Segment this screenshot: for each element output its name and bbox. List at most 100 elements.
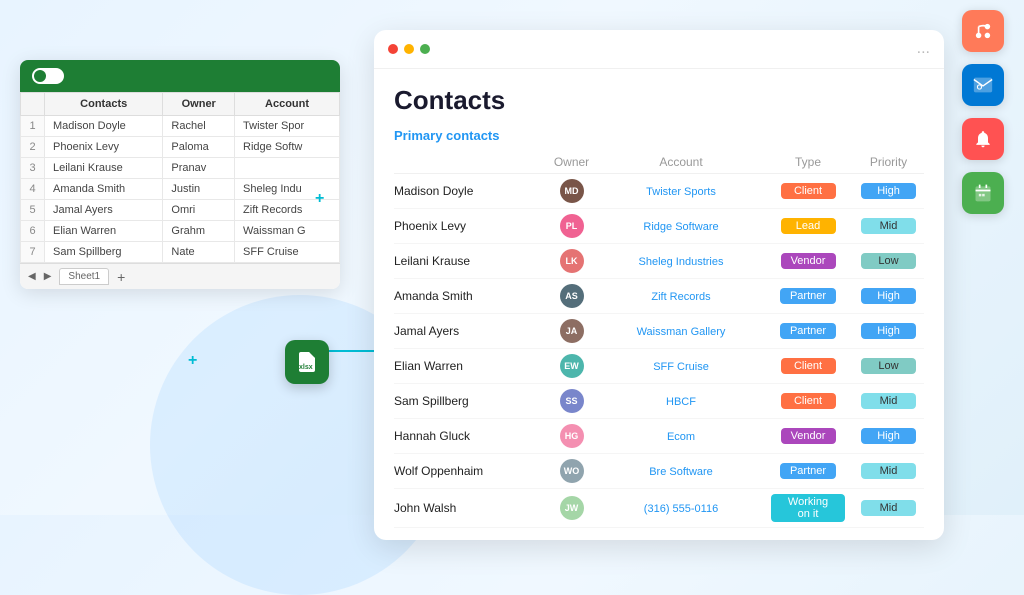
sheet-tab[interactable]: Sheet1 <box>59 268 109 285</box>
contact-priority: High <box>853 279 924 314</box>
contact-type: Lead <box>763 209 853 244</box>
account-link[interactable]: Ridge Software <box>643 221 718 233</box>
contact-type: Working on it <box>763 489 853 528</box>
account-link[interactable]: HBCF <box>666 396 696 408</box>
outlook-icon[interactable]: O <box>962 64 1004 106</box>
dot-yellow <box>404 44 414 54</box>
type-badge: Partner <box>780 288 836 304</box>
ss-row-owner: Paloma <box>163 137 235 158</box>
ss-row-num: 2 <box>21 137 45 158</box>
ss-row-contact: Elian Warren <box>45 221 163 242</box>
contact-row[interactable]: Leilani Krause LK Sheleg Industries Vend… <box>394 244 924 279</box>
th-priority: Priority <box>853 151 924 174</box>
nav-left[interactable]: ◀ <box>28 271 36 282</box>
account-link[interactable]: Twister Sports <box>646 186 716 198</box>
deco-plus-top: + <box>315 190 324 208</box>
type-badge: Client <box>781 358 836 374</box>
spreadsheet-row: 2 Phoenix Levy Paloma Ridge Softw <box>21 137 340 158</box>
priority-badge: High <box>861 323 916 339</box>
priority-badge: Low <box>861 253 916 269</box>
contact-type: Vendor <box>763 419 853 454</box>
spreadsheet-row: 6 Elian Warren Grahm Waissman G <box>21 221 340 242</box>
th-account: Account <box>599 151 763 174</box>
ss-row-num: 5 <box>21 200 45 221</box>
contact-owner: LK <box>544 244 599 279</box>
contact-account[interactable]: Bre Software <box>599 454 763 489</box>
contact-name: Phoenix Levy <box>394 209 544 244</box>
contact-priority: Mid <box>853 454 924 489</box>
contact-account[interactable]: Waissman Gallery <box>599 314 763 349</box>
account-link[interactable]: Sheleg Industries <box>639 256 724 268</box>
toggle-switch[interactable] <box>32 68 64 84</box>
add-sheet[interactable]: + <box>117 269 125 285</box>
contact-priority: Mid <box>853 489 924 528</box>
contact-row[interactable]: Phoenix Levy PL Ridge Software Lead Mid <box>394 209 924 244</box>
contact-row[interactable]: Wolf Oppenhaim WO Bre Software Partner M… <box>394 454 924 489</box>
nav-right[interactable]: ▶ <box>44 271 52 282</box>
spreadsheet-header <box>20 60 340 92</box>
priority-badge: Low <box>861 358 916 374</box>
contact-account[interactable]: HBCF <box>599 384 763 419</box>
bell-app-icon[interactable] <box>962 118 1004 160</box>
ss-row-num: 7 <box>21 242 45 263</box>
contact-account[interactable]: Sheleg Industries <box>599 244 763 279</box>
ss-col-num <box>21 93 45 116</box>
ss-row-owner: Pranav <box>163 158 235 179</box>
spreadsheet-table: Contacts Owner Account 1 Madison Doyle R… <box>20 92 340 263</box>
account-link[interactable]: SFF Cruise <box>653 361 709 373</box>
contact-row[interactable]: Hannah Gluck HG Ecom Vendor High <box>394 419 924 454</box>
contact-owner: AS <box>544 279 599 314</box>
contact-name: Jamal Ayers <box>394 314 544 349</box>
contact-account[interactable]: Ridge Software <box>599 209 763 244</box>
contact-priority: Low <box>853 244 924 279</box>
ss-row-owner: Rachel <box>163 116 235 137</box>
account-link[interactable]: Bre Software <box>649 466 713 478</box>
dot-red <box>388 44 398 54</box>
ss-row-account: Twister Spor <box>235 116 340 137</box>
contact-row[interactable]: Madison Doyle MD Twister Sports Client H… <box>394 174 924 209</box>
spreadsheet-panel: Contacts Owner Account 1 Madison Doyle R… <box>20 60 340 289</box>
contact-owner: MD <box>544 174 599 209</box>
account-link[interactable]: Zift Records <box>651 291 710 303</box>
contact-row[interactable]: John Walsh JW (316) 555-0116 Working on … <box>394 489 924 528</box>
contact-type: Client <box>763 384 853 419</box>
contact-row[interactable]: Jamal Ayers JA Waissman Gallery Partner … <box>394 314 924 349</box>
contact-priority: Low <box>853 349 924 384</box>
priority-badge: High <box>861 288 916 304</box>
more-button[interactable]: ... <box>917 40 930 58</box>
priority-badge: Mid <box>861 500 916 516</box>
contact-account[interactable]: SFF Cruise <box>599 349 763 384</box>
contact-name: Hannah Gluck <box>394 419 544 454</box>
hubspot-icon[interactable] <box>962 10 1004 52</box>
panel-content: Contacts Primary contacts Owner Account … <box>374 69 944 540</box>
contact-account[interactable]: Twister Sports <box>599 174 763 209</box>
contact-account[interactable]: Ecom <box>599 419 763 454</box>
account-link[interactable]: Waissman Gallery <box>637 326 726 338</box>
contact-row[interactable]: Sam Spillberg SS HBCF Client Mid <box>394 384 924 419</box>
contact-priority: High <box>853 419 924 454</box>
contacts-table: Owner Account Type Priority Madison Doyl… <box>394 151 924 528</box>
account-link[interactable]: Ecom <box>667 431 695 443</box>
spreadsheet-row: 3 Leilani Krause Pranav <box>21 158 340 179</box>
deco-plus-connector: + <box>188 352 197 370</box>
contact-account[interactable]: (316) 555-0116 <box>599 489 763 528</box>
priority-badge: Mid <box>861 218 916 234</box>
priority-badge: Mid <box>861 393 916 409</box>
ss-row-owner: Justin <box>163 179 235 200</box>
spreadsheet-row: 7 Sam Spillberg Nate SFF Cruise <box>21 242 340 263</box>
th-owner: Owner <box>544 151 599 174</box>
contact-row[interactable]: Amanda Smith AS Zift Records Partner Hig… <box>394 279 924 314</box>
ss-row-contact: Madison Doyle <box>45 116 163 137</box>
contact-priority: Mid <box>853 384 924 419</box>
ss-row-contact: Jamal Ayers <box>45 200 163 221</box>
priority-badge: Mid <box>861 463 916 479</box>
contact-row[interactable]: Elian Warren EW SFF Cruise Client Low <box>394 349 924 384</box>
calendar-app-icon[interactable] <box>962 172 1004 214</box>
ss-row-num: 1 <box>21 116 45 137</box>
ss-col-contacts: Contacts <box>45 93 163 116</box>
contact-account[interactable]: Zift Records <box>599 279 763 314</box>
contact-type: Partner <box>763 454 853 489</box>
contact-name: Sam Spillberg <box>394 384 544 419</box>
ss-row-contact: Leilani Krause <box>45 158 163 179</box>
contact-priority: Mid <box>853 209 924 244</box>
